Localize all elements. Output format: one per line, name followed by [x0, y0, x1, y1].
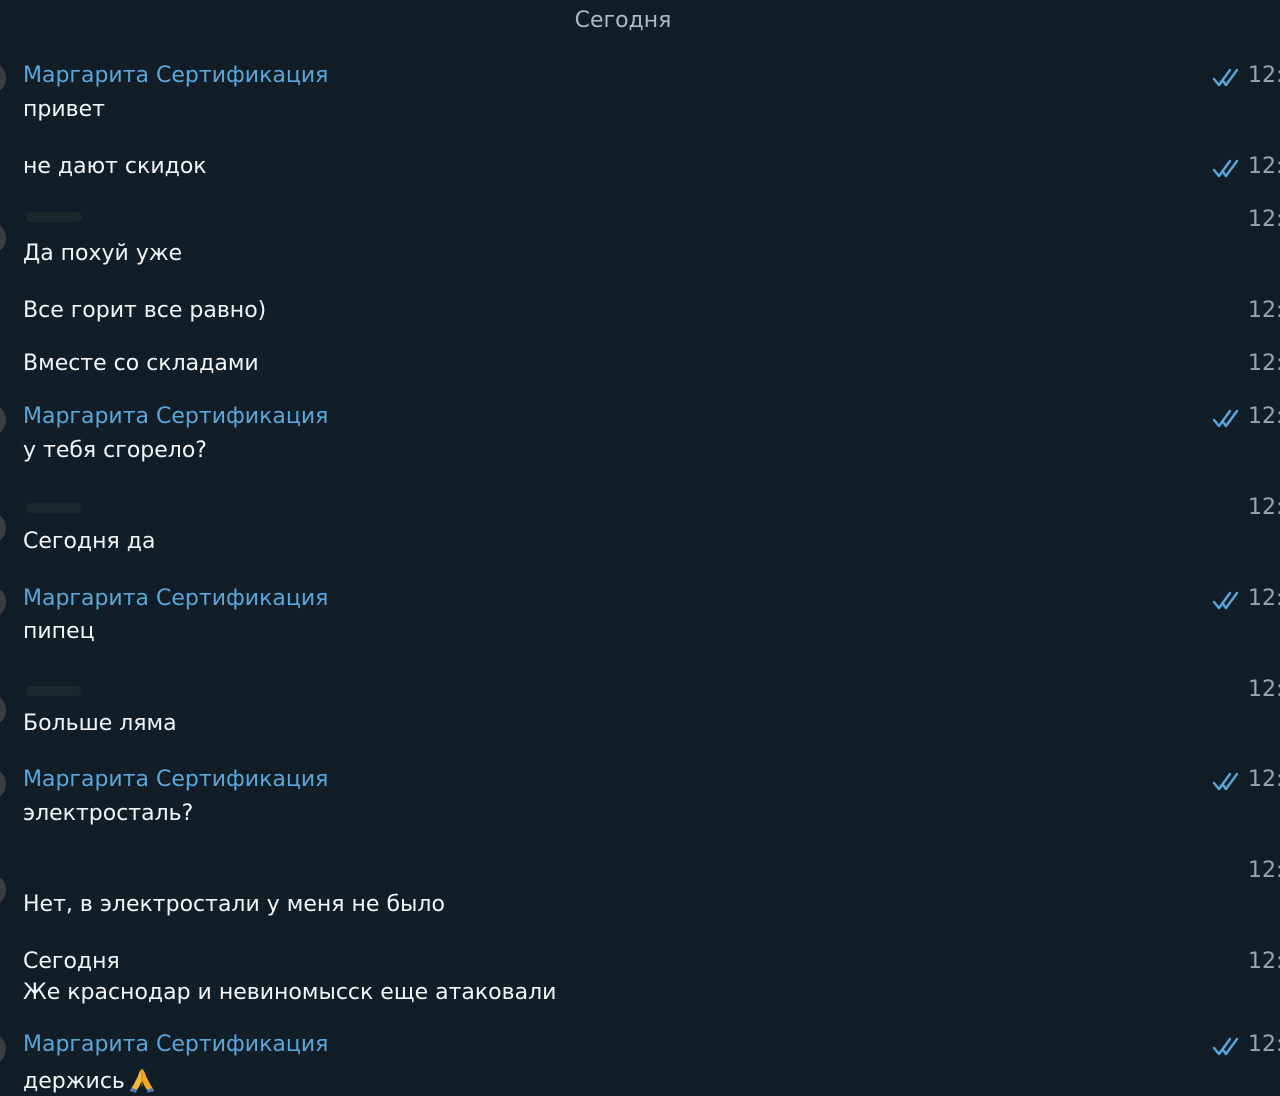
avatar[interactable]	[0, 222, 6, 254]
chat-history[interactable]: Сегодня Маргарита Сертификация привет 12…	[0, 0, 1280, 1096]
message-text: Больше ляма	[23, 711, 177, 736]
message-time: 12:	[1248, 404, 1280, 429]
double-check-icon	[1212, 772, 1239, 791]
message-text: привет	[23, 97, 105, 122]
redacted-sender-name	[26, 212, 82, 222]
message-text: Вместе со складами	[23, 351, 259, 376]
message-text-line: Сегодня	[23, 949, 120, 974]
message-time: 12:	[1248, 586, 1280, 611]
date-separator: Сегодня	[574, 8, 672, 33]
message-time: 12:	[1248, 63, 1280, 88]
message-text: пипец	[23, 619, 95, 644]
message-text: Да похуй уже	[23, 241, 183, 266]
double-check-icon	[1212, 68, 1239, 87]
message-time: 12:	[1248, 207, 1280, 232]
double-check-icon	[1212, 591, 1239, 610]
message-text: у тебя сгорело?	[23, 438, 207, 463]
avatar[interactable]	[0, 1033, 6, 1065]
avatar[interactable]	[0, 512, 6, 544]
redacted-sender-name	[26, 503, 82, 513]
redacted-sender-name	[26, 686, 82, 696]
message-time: 12:	[1248, 677, 1280, 702]
avatar[interactable]	[0, 768, 6, 800]
message-text: держись	[23, 1069, 125, 1094]
avatar[interactable]	[0, 62, 6, 94]
message-time: 12:	[1248, 154, 1280, 179]
message-time: 12:	[1248, 767, 1280, 792]
avatar[interactable]	[0, 694, 6, 726]
double-check-icon	[1212, 409, 1239, 428]
message-text: электросталь?	[23, 801, 194, 826]
message-text-line: Же краснодар и невиномысск еще атаковали	[23, 980, 557, 1005]
sender-name[interactable]: Маргарита Сертификация	[23, 1032, 328, 1057]
sender-name[interactable]: Маргарита Сертификация	[23, 586, 328, 611]
message-text: Нет, в электростали у меня не было	[23, 892, 445, 917]
avatar[interactable]	[0, 874, 6, 906]
message-text-row: держись	[23, 1066, 157, 1094]
double-check-icon	[1212, 1037, 1239, 1056]
message-time: 12:	[1248, 298, 1280, 323]
sender-name[interactable]: Маргарита Сертификация	[23, 404, 328, 429]
message-text: не дают скидок	[23, 154, 207, 179]
double-check-icon	[1212, 159, 1239, 178]
message-text: Сегодня да	[23, 529, 156, 554]
message-time: 12:	[1248, 949, 1280, 974]
message-time: 12:	[1248, 351, 1280, 376]
avatar[interactable]	[0, 404, 6, 436]
message-time: 12:	[1248, 495, 1280, 520]
message-time: 12:	[1248, 1032, 1280, 1057]
message-time: 12:	[1248, 858, 1280, 883]
sender-name[interactable]: Маргарита Сертификация	[23, 63, 328, 88]
folded-hands-icon	[129, 1069, 154, 1093]
avatar[interactable]	[0, 586, 6, 618]
message-text: Все горит все равно)	[23, 298, 267, 323]
sender-name[interactable]: Маргарита Сертификация	[23, 767, 328, 792]
